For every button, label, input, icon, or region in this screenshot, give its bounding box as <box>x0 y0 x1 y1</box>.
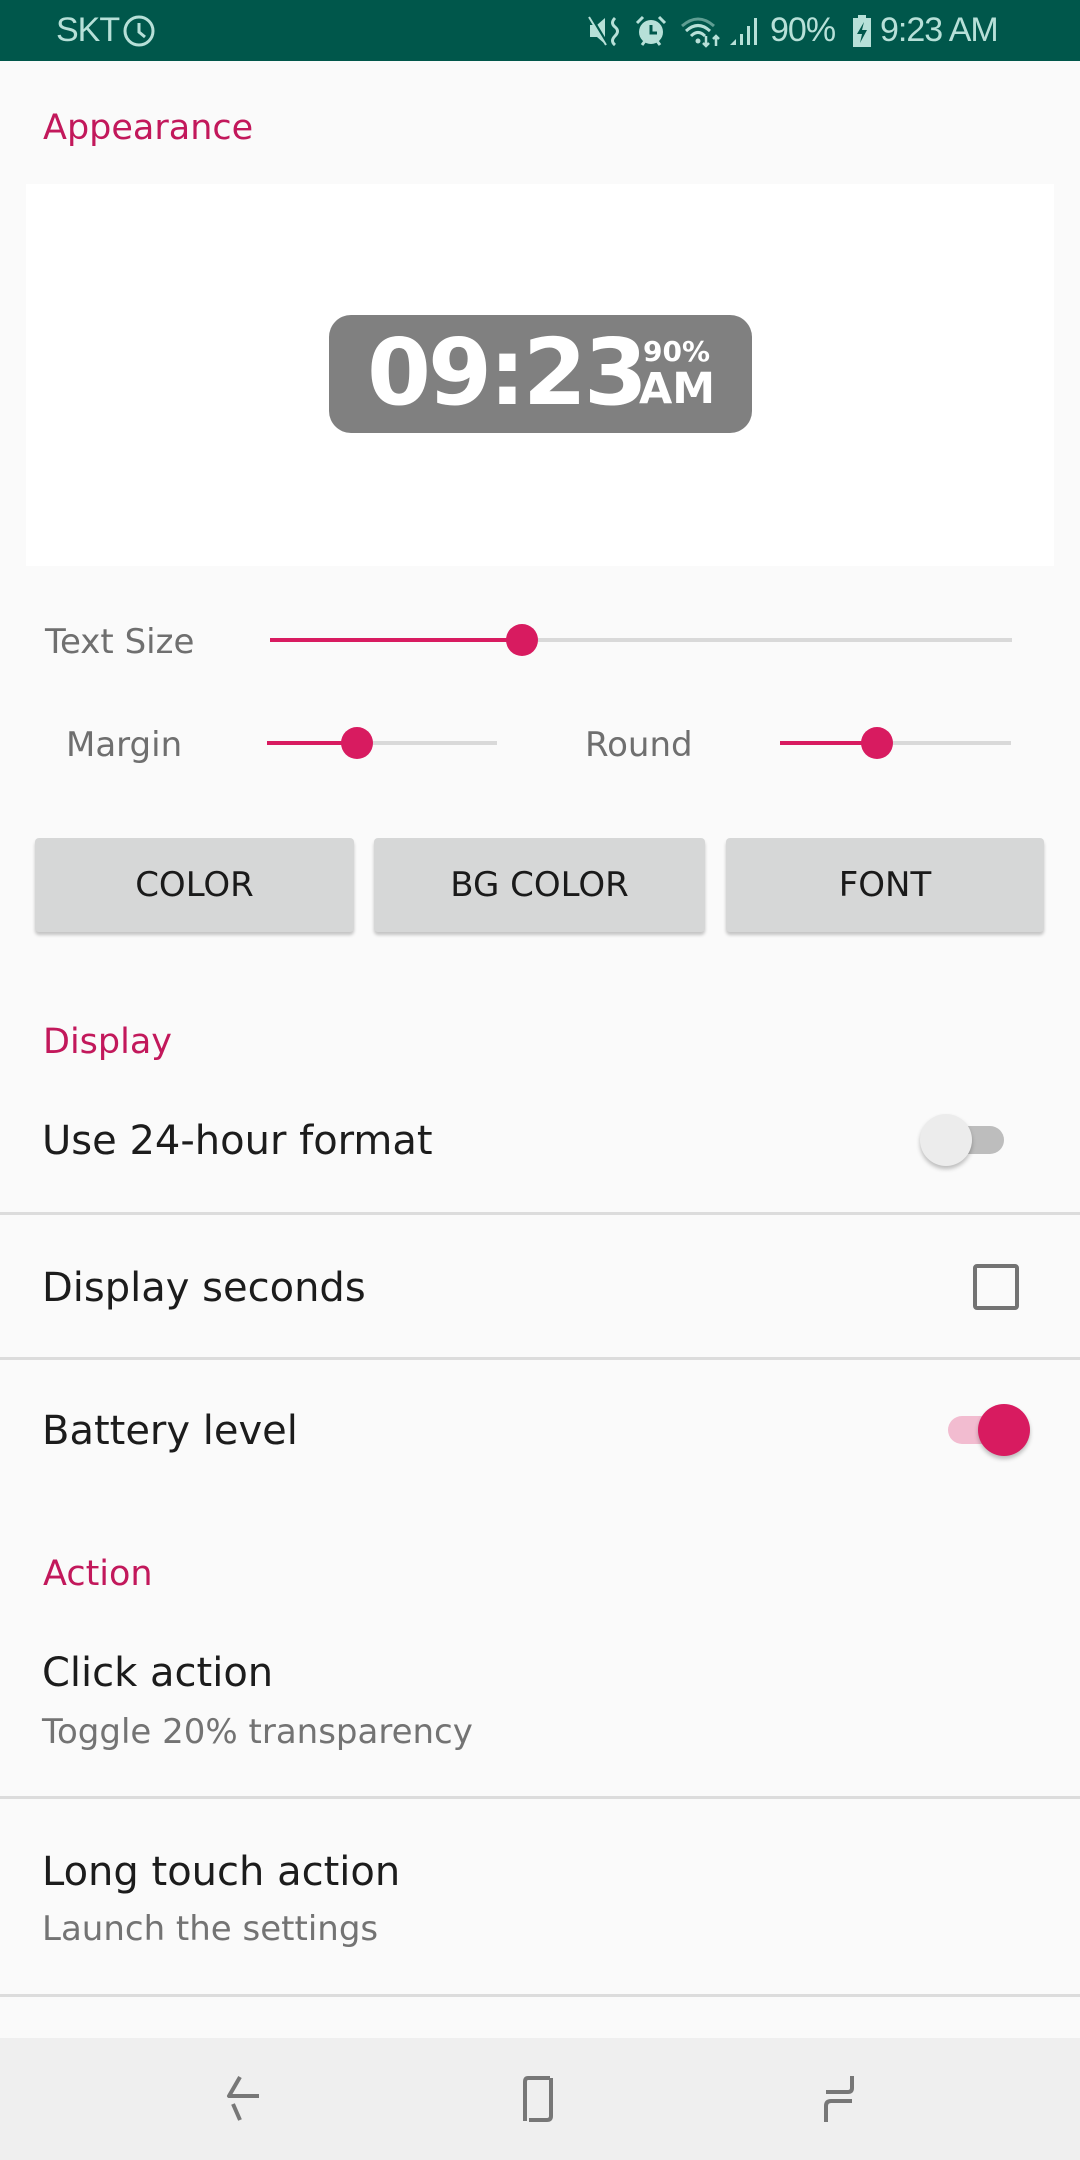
navigation-bar <box>0 2038 1080 2160</box>
section-header-appearance: Appearance <box>43 108 254 148</box>
clock-widget-preview: 09:23 90% AM <box>329 315 752 433</box>
wifi-icon <box>681 17 720 48</box>
pref-row-battery-level[interactable]: Battery level <box>0 1360 1080 1500</box>
bg-color-button[interactable]: BG COLOR <box>374 838 705 932</box>
preview-time: 09:23 <box>367 319 648 426</box>
pref-title: Click action <box>42 1650 274 1696</box>
pref-title: Display seconds <box>42 1265 366 1311</box>
text-size-slider[interactable] <box>270 620 1012 660</box>
back-icon[interactable] <box>209 2074 269 2124</box>
pref-title: Long touch action <box>42 1849 401 1895</box>
slider-track-fill <box>270 638 523 642</box>
recents-icon[interactable] <box>814 2074 874 2124</box>
slider-thumb[interactable] <box>340 727 373 759</box>
signal-icon <box>730 18 757 45</box>
font-button[interactable]: FONT <box>726 838 1044 932</box>
round-slider[interactable] <box>780 723 1011 763</box>
mute-icon <box>588 16 619 47</box>
carrier-label: SKT <box>56 11 120 49</box>
round-label: Round <box>585 725 693 765</box>
switch-thumb <box>920 1114 972 1166</box>
pref-row-24-hour[interactable]: Use 24-hour format <box>0 1075 1080 1213</box>
pref-title: Battery level <box>42 1408 298 1454</box>
pref-row-click-action[interactable]: Click action Toggle 20% transparency <box>0 1620 1080 1796</box>
switch-thumb <box>978 1404 1030 1456</box>
divider <box>0 1994 1080 1997</box>
pref-row-long-touch-action[interactable]: Long touch action Launch the settings <box>0 1799 1080 1994</box>
status-bar: SKT 90% 9:23 AM <box>0 0 1080 61</box>
pref-summary: Toggle 20% transparency <box>42 1712 473 1752</box>
home-icon[interactable] <box>510 2074 570 2124</box>
margin-label: Margin <box>66 725 183 765</box>
clock-icon <box>123 15 155 47</box>
color-button[interactable]: COLOR <box>35 838 354 932</box>
pref-title: Use 24-hour format <box>42 1118 433 1164</box>
battery-charging-icon <box>853 15 871 47</box>
display-seconds-checkbox[interactable] <box>973 1264 1019 1310</box>
slider-thumb[interactable] <box>861 727 894 759</box>
section-header-display: Display <box>43 1022 173 1062</box>
battery-percent: 90% <box>770 11 836 49</box>
pref-summary: Launch the settings <box>42 1909 379 1949</box>
alarm-icon <box>635 15 667 46</box>
slider-thumb[interactable] <box>506 624 539 656</box>
margin-slider[interactable] <box>267 723 497 763</box>
pref-row-display-seconds[interactable]: Display seconds <box>0 1215 1080 1358</box>
text-size-label: Text Size <box>45 622 195 662</box>
section-header-action: Action <box>43 1554 153 1594</box>
status-time: 9:23 AM <box>880 11 999 49</box>
battery-level-switch[interactable] <box>940 1400 1030 1460</box>
use-24-hour-switch[interactable] <box>920 1110 1010 1170</box>
clock-preview: 09:23 90% AM <box>26 184 1054 566</box>
preview-battery: 90% <box>643 335 711 368</box>
preview-ampm: AM <box>639 364 716 414</box>
